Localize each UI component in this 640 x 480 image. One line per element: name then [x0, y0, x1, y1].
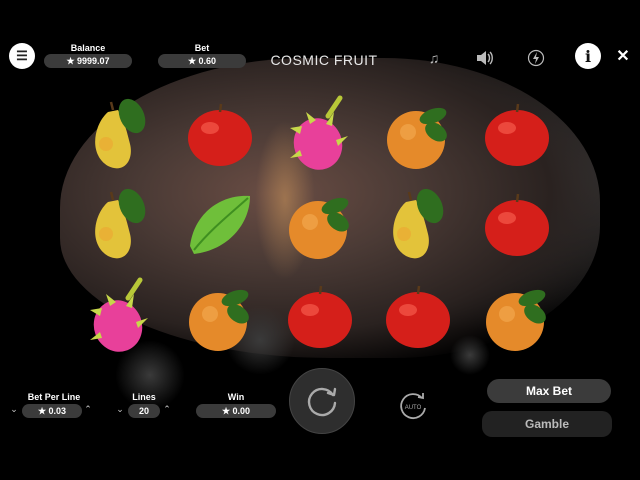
- reel-symbol-pear: [80, 94, 160, 174]
- music-note-icon: ♫: [428, 50, 440, 66]
- lines-label: Lines: [132, 392, 156, 402]
- bet-per-line-value: ★ 0.03: [22, 404, 82, 418]
- chevron-up-icon: ⌃: [84, 404, 92, 414]
- balance-value: ★ 9999.07: [44, 54, 132, 68]
- bet-value: ★ 0.60: [158, 54, 246, 68]
- autoplay-label: AUTO: [405, 405, 422, 411]
- spin-button[interactable]: [289, 368, 355, 434]
- autoplay-button[interactable]: AUTO: [394, 389, 432, 423]
- sound-toggle-button[interactable]: [474, 48, 494, 68]
- lines-value: 20: [128, 404, 160, 418]
- win-value: ★ 0.00: [196, 404, 276, 418]
- reel-symbol-starfruit: [180, 184, 260, 264]
- close-icon: ✕: [616, 48, 630, 65]
- chevron-up-icon: ⌃: [163, 404, 171, 414]
- chevron-down-icon: ⌄: [116, 404, 124, 414]
- bet-label: Bet: [194, 43, 210, 53]
- balance-label: Balance: [70, 43, 106, 53]
- close-button[interactable]: ✕: [614, 47, 632, 65]
- chevron-down-icon: ⌄: [10, 404, 18, 414]
- lightning-icon: [527, 49, 545, 67]
- game-title: COSMIC FRUIT: [270, 52, 378, 68]
- reel-symbol-orange: [378, 94, 458, 174]
- reel-symbol-orange: [477, 276, 557, 356]
- autoplay-icon: AUTO: [400, 393, 426, 419]
- reel-symbol-orange: [280, 184, 360, 264]
- game-stage: ☰ Balance ★ 9999.07 Bet ★ 0.60 COSMIC FR…: [0, 0, 640, 480]
- win-label: Win: [227, 392, 245, 402]
- reel-symbol-apple: [477, 94, 557, 174]
- lines-increase-button[interactable]: ⌃: [162, 404, 172, 415]
- info-icon: i: [584, 46, 592, 66]
- info-button[interactable]: i: [575, 43, 601, 69]
- speaker-icon: [477, 51, 493, 65]
- reel-symbol-pear: [378, 184, 458, 264]
- turbo-toggle-button[interactable]: [526, 48, 546, 68]
- bet-per-line-label: Bet Per Line: [27, 392, 81, 402]
- reel-symbol-pear: [80, 184, 160, 264]
- gamble-button[interactable]: Gamble: [482, 411, 612, 437]
- menu-button[interactable]: ☰: [9, 43, 35, 69]
- bet-per-line-decrease-button[interactable]: ⌄: [9, 404, 19, 415]
- reel-symbol-dragonfruit: [80, 276, 160, 356]
- reel-symbol-apple: [477, 184, 557, 264]
- bet-per-line-increase-button[interactable]: ⌃: [83, 404, 93, 415]
- reel-symbol-apple: [280, 276, 360, 356]
- spin-arrow-icon: [307, 387, 337, 417]
- reel-symbol-apple: [180, 94, 260, 174]
- reel-symbol-dragonfruit: [280, 94, 360, 174]
- hamburger-menu-icon: ☰: [16, 48, 28, 63]
- music-toggle-button[interactable]: ♫: [424, 48, 444, 68]
- lines-decrease-button[interactable]: ⌄: [115, 404, 125, 415]
- reel-symbol-orange: [180, 276, 260, 356]
- reel-symbol-apple: [378, 276, 458, 356]
- max-bet-button[interactable]: Max Bet: [487, 379, 611, 403]
